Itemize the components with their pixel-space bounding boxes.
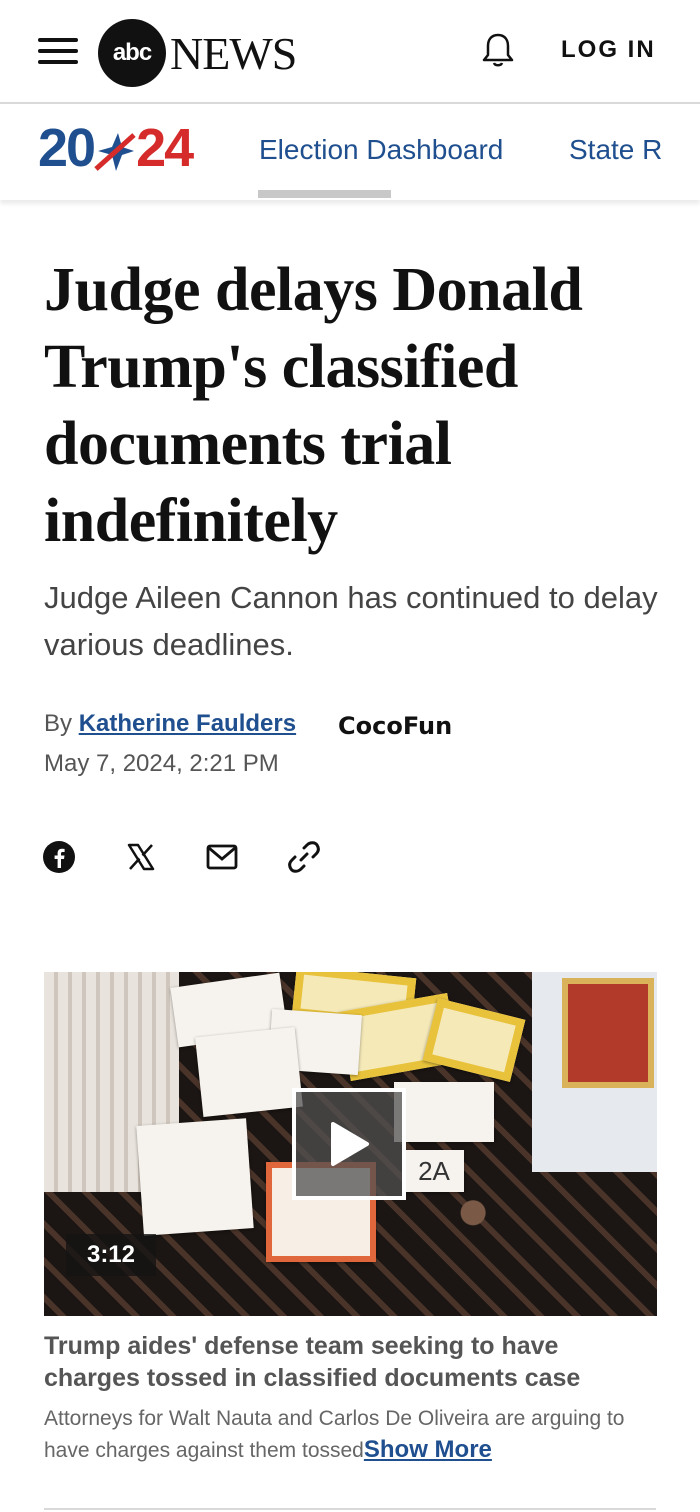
play-button[interactable]	[292, 1088, 406, 1200]
facebook-icon[interactable]	[40, 838, 78, 876]
logo-2024-left: 20	[38, 118, 96, 178]
divider	[44, 1508, 656, 1510]
byline-prefix: By	[44, 710, 73, 737]
author-link[interactable]: Katherine Faulders	[79, 710, 296, 737]
cocofun-watermark: CocoFun	[338, 712, 453, 740]
video-player[interactable]: 2A 3:12	[44, 972, 657, 1316]
email-icon[interactable]	[203, 838, 241, 876]
x-icon[interactable]	[122, 838, 160, 876]
top-header: abc NEWS LOG IN	[0, 0, 700, 104]
star-slash-icon	[94, 121, 136, 175]
news-logo-word: NEWS	[170, 27, 297, 79]
show-more-link[interactable]: Show More	[364, 1436, 492, 1463]
publish-date: May 7, 2024, 2:21 PM	[44, 750, 279, 777]
notification-bell-icon[interactable]	[478, 30, 518, 70]
tab-state-results[interactable]: State R	[569, 134, 662, 166]
logo-2024-right: 24	[136, 118, 194, 178]
video-description: Attorneys for Walt Nauta and Carlos De O…	[44, 1403, 664, 1466]
election-subnav: 20 24 Election Dashboard State R	[0, 104, 700, 200]
article-subhead: Judge Aileen Cannon has continued to del…	[44, 580, 658, 662]
abc-news-logo[interactable]: abc NEWS	[98, 18, 297, 88]
exhibit-label: 2A	[404, 1150, 464, 1192]
tab-election-dashboard[interactable]: Election Dashboard	[259, 134, 503, 166]
login-button[interactable]: LOG IN	[561, 36, 656, 64]
byline: By Katherine Faulders	[44, 710, 296, 738]
election-2024-logo[interactable]: 20 24	[38, 118, 194, 178]
active-tab-indicator	[258, 190, 391, 198]
play-icon	[331, 1122, 369, 1166]
menu-icon[interactable]	[38, 38, 78, 68]
abc-logo-mark: abc	[98, 19, 166, 87]
video-title[interactable]: Trump aides' defense team seeking to hav…	[44, 1330, 654, 1394]
link-icon[interactable]	[285, 838, 323, 876]
article-headline: Judge delays Donald Trump's classified d…	[44, 256, 583, 555]
video-description-text: Attorneys for Walt Nauta and Carlos De O…	[44, 1407, 625, 1462]
video-duration-badge: 3:12	[66, 1234, 156, 1276]
